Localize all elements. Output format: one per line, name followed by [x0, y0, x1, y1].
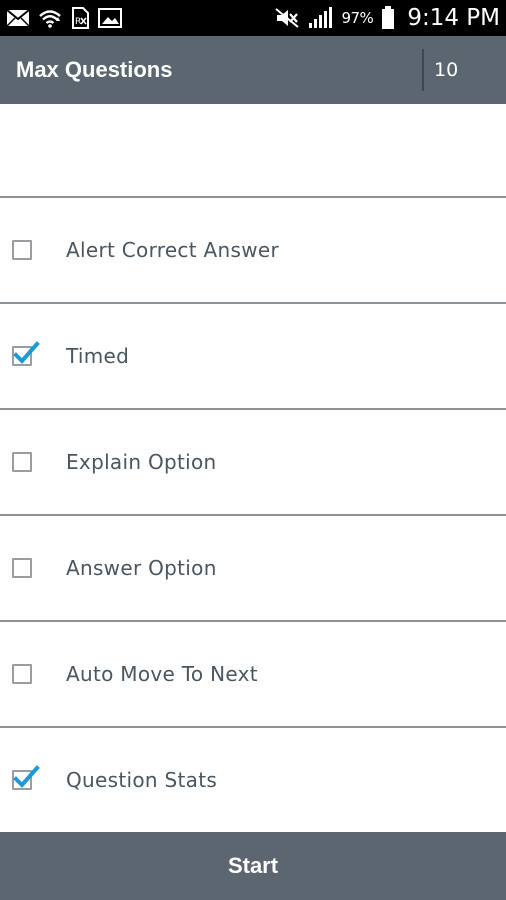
- mute-icon: [275, 8, 300, 28]
- option-timed[interactable]: Timed: [0, 302, 506, 408]
- blank-area: [0, 104, 506, 196]
- checkbox[interactable]: [12, 341, 40, 366]
- status-time: 9:14 PM: [407, 5, 500, 31]
- wifi-icon: [38, 8, 62, 28]
- svg-text:R: R: [75, 17, 81, 27]
- status-bar: R 97% 9:14 PM: [0, 0, 506, 36]
- start-button[interactable]: Start: [0, 832, 506, 900]
- option-label: Timed: [66, 344, 130, 368]
- max-questions-input[interactable]: [424, 36, 506, 104]
- option-auto-move-to-next[interactable]: Auto Move To Next: [0, 620, 506, 726]
- signal-icon: [307, 7, 333, 29]
- checkbox[interactable]: [12, 452, 32, 472]
- checkbox[interactable]: [12, 765, 40, 790]
- status-left-icons: R: [6, 7, 122, 29]
- checkbox[interactable]: [12, 558, 32, 578]
- checkbox[interactable]: [12, 664, 32, 684]
- option-answer-option[interactable]: Answer Option: [0, 514, 506, 620]
- max-questions-header: Max Questions: [0, 36, 506, 104]
- max-questions-label: Max Questions: [16, 57, 173, 82]
- checkbox[interactable]: [12, 240, 32, 260]
- option-label: Answer Option: [66, 556, 217, 580]
- option-alert-correct-answer[interactable]: Alert Correct Answer: [0, 196, 506, 302]
- option-label: Auto Move To Next: [66, 662, 258, 686]
- checkmark-icon: [13, 765, 40, 788]
- option-label: Question Stats: [66, 768, 218, 792]
- option-list: Alert Correct Answer Timed Explain Optio…: [0, 196, 506, 832]
- option-question-stats[interactable]: Question Stats: [0, 726, 506, 832]
- option-label: Explain Option: [66, 450, 217, 474]
- image-icon: [98, 8, 122, 28]
- silent-icon: R: [70, 7, 90, 29]
- option-label: Alert Correct Answer: [66, 238, 279, 262]
- battery-percent: 97%: [341, 9, 374, 27]
- checkmark-icon: [13, 341, 40, 364]
- battery-icon: [381, 6, 395, 30]
- mail-icon: [6, 9, 30, 27]
- status-right-icons: 97% 9:14 PM: [275, 5, 500, 31]
- option-explain-option[interactable]: Explain Option: [0, 408, 506, 514]
